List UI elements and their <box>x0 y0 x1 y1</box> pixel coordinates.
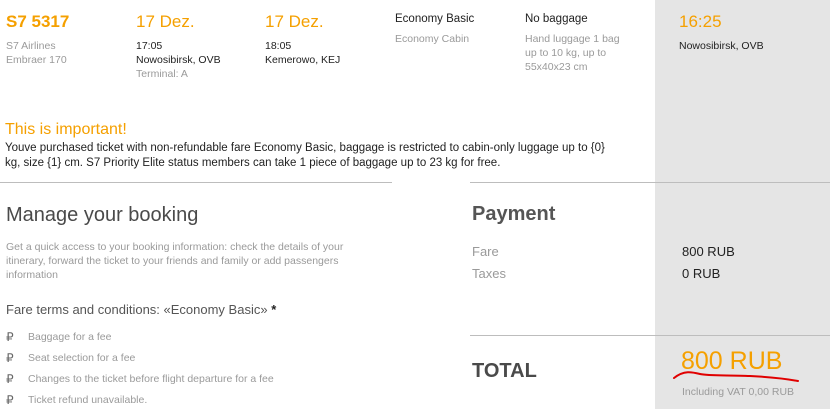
manage-desc-line-2: itinerary, forward the ticket to your fr… <box>6 255 339 267</box>
fare-term-text: Ticket refund unavailable. <box>28 393 148 406</box>
divider-left <box>0 182 392 183</box>
fare-terms-label: Fare terms and conditions: «Economy Basi… <box>6 302 268 317</box>
underline-stroke <box>673 371 799 382</box>
cabin-name: Economy Cabin <box>395 33 470 45</box>
arrive-place: Kemerowo, KEJ <box>265 54 341 66</box>
important-line-1: Youve purchased ticket with non-refundab… <box>5 142 605 154</box>
right-panel-place: Nowosibirsk, OVB <box>679 40 764 52</box>
fare-value: 800 RUB <box>682 244 735 259</box>
hand-luggage-line-2: up to 10 kg, up to <box>525 47 607 59</box>
depart-place: Nowosibirsk, OVB <box>136 54 221 66</box>
fare-term-item: ₽ Changes to the ticket before flight de… <box>6 368 274 389</box>
vat-note: Including VAT 0,00 RUB <box>682 386 795 398</box>
fare-label: Fare <box>472 244 499 259</box>
important-title: This is important! <box>5 121 127 138</box>
fare-term-text: Seat selection for a fee <box>28 351 136 364</box>
baggage-status: No baggage <box>525 13 588 25</box>
payment-title: Payment <box>472 203 556 225</box>
total-label: TOTAL <box>472 360 537 382</box>
divider-right-top <box>470 182 830 183</box>
red-underline-annotation <box>673 371 799 382</box>
fare-term-text: Changes to the ticket before flight depa… <box>28 372 274 385</box>
taxes-label: Taxes <box>472 266 506 281</box>
airline-name: S7 Airlines <box>6 40 56 52</box>
fare-terms-asterisk: * <box>271 302 277 317</box>
manage-desc-line-1: Get a quick access to your booking infor… <box>6 241 344 253</box>
depart-date: 17 Dez. <box>136 12 195 31</box>
right-panel-time: 16:25 <box>679 12 722 31</box>
fare-term-item: ₽ Ticket refund unavailable. <box>6 389 274 410</box>
ruble-icon: ₽ <box>6 371 14 386</box>
flight-code: S7 5317 <box>6 12 70 31</box>
fare-name: Economy Basic <box>395 13 475 25</box>
arrive-time: 18:05 <box>265 40 292 52</box>
divider-right-bottom <box>470 335 830 336</box>
taxes-value: 0 RUB <box>682 266 721 281</box>
arrive-date: 17 Dez. <box>265 12 324 31</box>
ruble-icon: ₽ <box>6 329 14 344</box>
fare-term-item: ₽ Seat selection for a fee <box>6 347 274 368</box>
fare-term-item: ₽ Baggage for a fee <box>6 326 274 347</box>
fare-terms-list: ₽ Baggage for a fee ₽ Seat selection for… <box>6 326 274 410</box>
ruble-icon: ₽ <box>6 350 14 365</box>
hand-luggage-line-1: Hand luggage 1 bag <box>525 33 620 45</box>
depart-terminal: Terminal: A <box>136 68 188 80</box>
manage-booking-title: Manage your booking <box>6 204 199 226</box>
hand-luggage-line-3: 55x40x23 cm <box>525 61 588 73</box>
important-line-2: kg, size {1} cm. S7 Priority Elite statu… <box>5 157 501 169</box>
fare-terms-heading: Fare terms and conditions: «Economy Basi… <box>6 302 276 317</box>
depart-time: 17:05 <box>136 40 163 52</box>
manage-desc-line-3: information <box>6 269 58 281</box>
ruble-icon: ₽ <box>6 392 14 407</box>
fare-term-text: Baggage for a fee <box>28 330 112 343</box>
aircraft-name: Embraer 170 <box>6 54 67 66</box>
